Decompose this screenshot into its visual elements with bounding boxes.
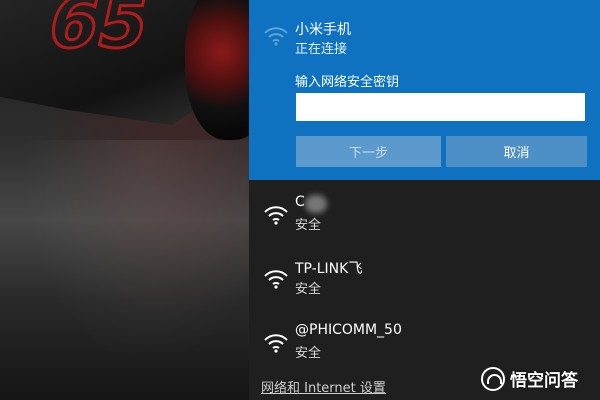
wallpaper-car-number: 65 (40, 0, 158, 66)
active-network-status: 正在连接 (295, 42, 348, 57)
network-status: 安全 (295, 282, 322, 297)
cancel-button[interactable]: 取消 (446, 136, 587, 167)
network-status: 安全 (295, 346, 322, 361)
wallpaper-car-wheel (185, 0, 249, 140)
wifi-icon (263, 331, 289, 353)
network-list-item[interactable]: TP-LINK飞 安全 (249, 249, 600, 315)
network-name: @PHICOMM_50 (295, 322, 402, 338)
active-network-name: 小米手机 (295, 22, 351, 38)
wukong-logo-icon (481, 366, 505, 391)
network-flyout: 小米手机 正在连接 输入网络安全密钥 下一步 取消 C 安全 TP-LINK飞 … (249, 0, 600, 400)
network-status: 安全 (295, 218, 322, 233)
network-settings-link[interactable]: 网络和 Internet 设置 (261, 377, 386, 396)
security-key-label: 输入网络安全密钥 (295, 75, 400, 90)
watermark: 悟空问答 (481, 366, 578, 391)
network-name: TP-LINK飞 (295, 261, 363, 277)
redaction-blur (305, 195, 327, 213)
network-name: C (295, 194, 305, 210)
wallpaper-floor (0, 140, 249, 400)
network-list-item[interactable]: C 安全 (249, 185, 600, 251)
wifi-icon (263, 267, 289, 289)
wifi-icon (263, 24, 289, 46)
next-button[interactable]: 下一步 (296, 136, 441, 167)
active-network-card[interactable]: 小米手机 正在连接 输入网络安全密钥 下一步 取消 (249, 0, 600, 180)
watermark-text: 悟空问答 (510, 371, 578, 391)
wifi-icon (263, 203, 289, 225)
security-key-input[interactable] (296, 93, 585, 121)
desktop-wallpaper: 65 (0, 0, 249, 400)
